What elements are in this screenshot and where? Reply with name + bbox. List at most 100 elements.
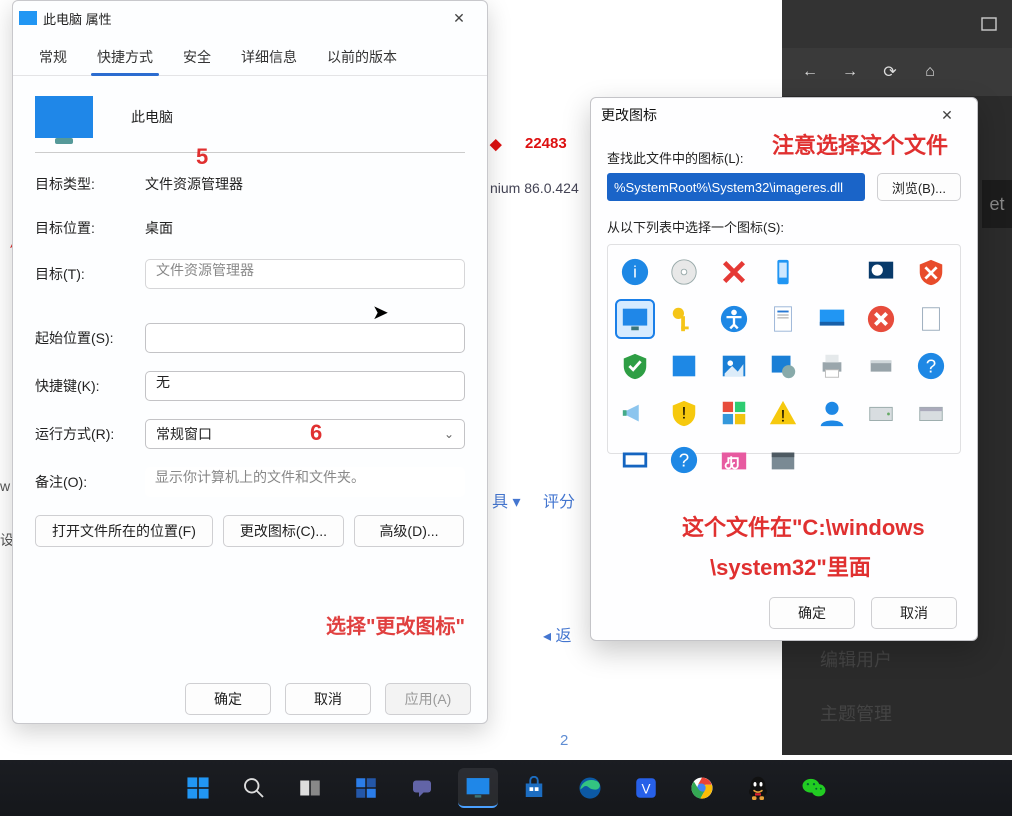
annotation-step-6: 6 [310, 420, 322, 446]
background-text: 具 ▾ [492, 488, 520, 512]
svg-text:!: ! [781, 406, 786, 425]
scanner-icon[interactable] [863, 348, 899, 384]
close-icon[interactable]: ✕ [437, 3, 481, 33]
label-start-in: 起始位置(S): [35, 328, 145, 348]
disc-icon[interactable] [666, 254, 702, 290]
tab-previous-versions[interactable]: 以前的版本 [313, 41, 411, 75]
input-start-in[interactable] [145, 323, 465, 353]
shield-warn-icon[interactable]: ! [666, 395, 702, 431]
drive-icon[interactable] [863, 395, 899, 431]
archive-icon[interactable] [765, 442, 801, 478]
icon-list[interactable]: i ? ! ! [607, 244, 961, 454]
edge-icon[interactable] [570, 768, 610, 808]
chat-icon[interactable] [402, 768, 442, 808]
annotation-note-file: 注意选择这个文件 [772, 128, 948, 160]
error-x-icon[interactable] [863, 301, 899, 337]
info-icon[interactable]: i [617, 254, 653, 290]
store-icon[interactable] [514, 768, 554, 808]
icon-path-input[interactable]: %SystemRoot%\System32\imageres.dll [607, 173, 865, 201]
advanced-button[interactable]: 高级(D)... [354, 515, 464, 547]
app-tiles-icon[interactable] [716, 395, 752, 431]
ok-button[interactable]: 确定 [185, 683, 271, 715]
tab-security[interactable]: 安全 [169, 41, 225, 75]
value-comment: 显示你计算机上的文件和文件夹。 [145, 467, 465, 497]
label-target-location: 目标位置: [35, 218, 145, 238]
qq-icon[interactable] [738, 768, 778, 808]
titlebar[interactable]: 此电脑 属性 ✕ [13, 1, 487, 35]
svg-text:i: i [633, 263, 637, 282]
chrome-icon[interactable] [682, 768, 722, 808]
tab-shortcut[interactable]: 快捷方式 [83, 41, 167, 75]
moon-monitor-icon[interactable] [863, 254, 899, 290]
tab-general[interactable]: 常规 [25, 41, 81, 75]
shield-x-icon[interactable] [913, 254, 949, 290]
titlebar[interactable]: 更改图标 ✕ [591, 98, 977, 132]
taskbar[interactable]: V [0, 760, 1012, 816]
label-shortcut-key: 快捷键(K): [35, 376, 145, 396]
cancel-button[interactable]: 取消 [871, 597, 957, 629]
shield-check-icon[interactable] [617, 348, 653, 384]
background-text: 22483 [525, 135, 567, 152]
close-icon[interactable]: ✕ [927, 107, 967, 124]
explorer-icon[interactable] [458, 768, 498, 808]
window-blue-icon[interactable] [666, 348, 702, 384]
monitor-icon[interactable] [617, 301, 653, 337]
browse-button[interactable]: 浏览(B)... [877, 173, 961, 201]
desktop-icon[interactable] [814, 301, 850, 337]
warning-icon[interactable]: ! [765, 395, 801, 431]
label-comment: 备注(O): [35, 472, 145, 492]
start-icon[interactable] [178, 768, 218, 808]
select-run-mode[interactable]: 常规窗口 ⌄ [145, 419, 465, 449]
search-icon[interactable] [234, 768, 274, 808]
browser-tab-icon[interactable] [966, 5, 1012, 43]
cancel-button[interactable]: 取消 [285, 683, 371, 715]
accessibility-icon[interactable] [716, 301, 752, 337]
input-target[interactable]: 文件资源管理器 [145, 259, 465, 289]
music-folder-icon[interactable] [716, 442, 752, 478]
help-icon[interactable]: ? [913, 348, 949, 384]
background-sidebar: 编辑用户 主题管理 [802, 632, 1012, 740]
home-icon[interactable]: ⌂ [914, 56, 946, 88]
label-target-type: 目标类型: [35, 174, 145, 194]
label-select-icon: 从以下列表中选择一个图标(S): [607, 217, 961, 236]
megaphone-icon[interactable] [617, 395, 653, 431]
sidebar-item-theme[interactable]: 主题管理 [802, 686, 1012, 740]
app-v-icon[interactable]: V [626, 768, 666, 808]
change-icon-button[interactable]: 更改图标(C)... [223, 515, 344, 547]
phone-icon[interactable] [765, 254, 801, 290]
annotation-note-path2: \system32"里面 [710, 550, 871, 582]
browser-window-controls [782, 0, 1012, 48]
user-icon[interactable] [814, 395, 850, 431]
task-view-icon[interactable] [290, 768, 330, 808]
value-target-location: 桌面 [145, 218, 173, 238]
key-icon[interactable] [666, 301, 702, 337]
input-shortcut-key[interactable]: 无 [145, 371, 465, 401]
select-run-value: 常规窗口 [156, 424, 212, 444]
forward-icon[interactable]: → [834, 56, 866, 88]
background-text-fragment: et [982, 180, 1012, 228]
annotation-note-path: 这个文件在"C:\windows [682, 510, 925, 542]
help2-icon[interactable]: ? [666, 442, 702, 478]
shortcut-icon-preview [35, 96, 93, 138]
annotation-step-5: 5 [196, 144, 208, 170]
printer-icon[interactable] [814, 348, 850, 384]
widgets-icon[interactable] [346, 768, 386, 808]
back-icon[interactable]: ← [794, 56, 826, 88]
wechat-icon[interactable] [794, 768, 834, 808]
document-icon[interactable] [765, 301, 801, 337]
paper-icon[interactable] [913, 301, 949, 337]
run-icon[interactable] [617, 442, 653, 478]
blank-icon[interactable] [814, 254, 850, 290]
x-red-icon[interactable] [716, 254, 752, 290]
image-icon[interactable] [716, 348, 752, 384]
ok-button[interactable]: 确定 [769, 597, 855, 629]
background-text: ◂ 返 [543, 622, 571, 646]
tab-details[interactable]: 详细信息 [227, 41, 311, 75]
open-file-location-button[interactable]: 打开文件所在的位置(F) [35, 515, 213, 547]
drive2-icon[interactable] [913, 395, 949, 431]
apply-button[interactable]: 应用(A) [385, 683, 471, 715]
tabs-bar: 常规 快捷方式 安全 详细信息 以前的版本 [13, 35, 487, 76]
browser-navbar: ← → ⟳ ⌂ [782, 48, 1012, 96]
refresh-icon[interactable]: ⟳ [874, 56, 906, 88]
image-folder-icon[interactable] [765, 348, 801, 384]
